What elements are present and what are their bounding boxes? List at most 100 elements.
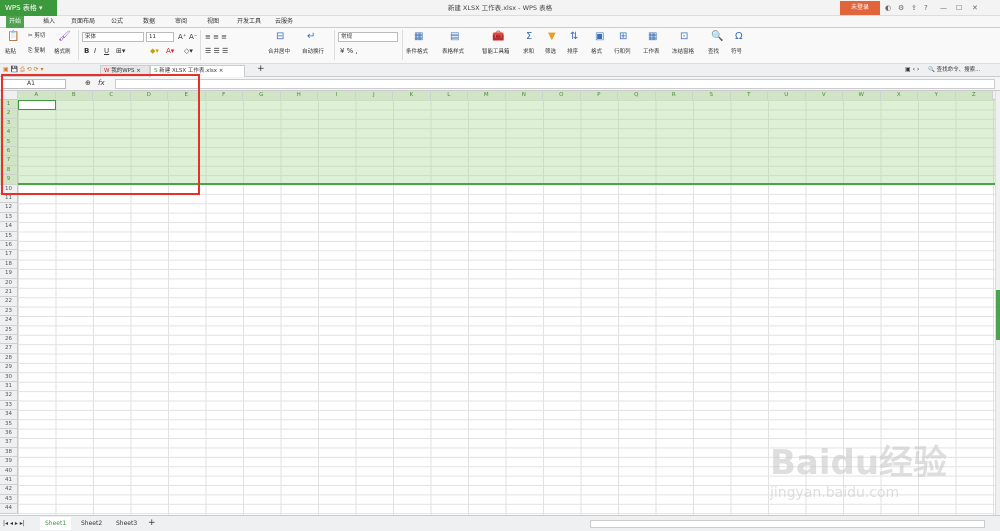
sheet-tab-3[interactable]: Sheet3: [111, 517, 142, 530]
clear-format-icon[interactable]: ◇▾: [184, 47, 193, 55]
conditional-format-button[interactable]: 条件格式: [406, 48, 428, 56]
column-header[interactable]: I: [318, 91, 356, 100]
tab-data[interactable]: 数据: [140, 16, 158, 28]
row-header[interactable]: 33: [0, 400, 18, 411]
tab-review[interactable]: 审阅: [172, 16, 190, 28]
formula-input[interactable]: [115, 79, 995, 89]
column-header[interactable]: J: [355, 91, 393, 100]
smart-toolbox-button[interactable]: 智能工具箱: [482, 48, 510, 56]
column-header[interactable]: Y: [918, 91, 956, 100]
align-left-icon[interactable]: ☰ ☰ ☰: [205, 47, 228, 55]
filter-button[interactable]: 筛选: [545, 48, 556, 56]
row-header[interactable]: 26: [0, 335, 18, 345]
brush-icon[interactable]: 🖌: [58, 31, 71, 43]
sum-icon[interactable]: Σ: [526, 31, 532, 43]
help-icon[interactable]: ?: [924, 3, 928, 13]
column-header[interactable]: U: [768, 91, 806, 100]
column-header[interactable]: Z: [955, 91, 993, 100]
sheet-nav-icons[interactable]: |◂ ◂ ▸ ▸|: [3, 520, 25, 528]
row-header[interactable]: 42: [0, 485, 18, 495]
conditional-format-icon[interactable]: ▦: [414, 31, 423, 43]
sort-button[interactable]: 排序: [567, 48, 578, 56]
table-style-button[interactable]: 表格样式: [442, 48, 464, 56]
row-header[interactable]: 36: [0, 429, 18, 439]
row-header[interactable]: 21: [0, 288, 18, 298]
row-header[interactable]: 20: [0, 278, 18, 288]
row-header[interactable]: 16: [0, 241, 18, 251]
row-header[interactable]: 22: [0, 297, 18, 307]
row-header[interactable]: 44: [0, 504, 18, 514]
italic-button[interactable]: I: [94, 47, 96, 55]
paste-icon[interactable]: 📋: [7, 31, 19, 43]
freeze-icon[interactable]: ⊡: [680, 31, 688, 43]
row-header[interactable]: 29: [0, 363, 18, 373]
merge-icon[interactable]: ⊟: [276, 31, 284, 43]
minimize-icon[interactable]: —: [940, 3, 947, 13]
row-header[interactable]: 19: [0, 269, 18, 279]
format-painter-button[interactable]: 格式刷: [54, 48, 71, 56]
column-header[interactable]: P: [580, 91, 618, 100]
fill-color-icon[interactable]: ◆▾: [150, 47, 159, 55]
new-tab-icon[interactable]: +: [257, 65, 265, 74]
command-search[interactable]: 🔍 查找命令、搜索...: [928, 66, 980, 74]
font-color-icon[interactable]: A▾: [166, 47, 174, 55]
bold-button[interactable]: B: [84, 47, 89, 55]
maximize-icon[interactable]: ☐: [956, 3, 962, 13]
worksheet-button[interactable]: 工作表: [643, 48, 660, 56]
tab-home[interactable]: 开始: [6, 16, 25, 28]
column-header[interactable]: R: [655, 91, 693, 100]
symbol-icon[interactable]: Ω: [735, 31, 743, 43]
row-header[interactable]: 17: [0, 250, 18, 260]
grow-font-icon[interactable]: A⁺: [178, 33, 186, 41]
settings-icon[interactable]: ⚙: [898, 3, 904, 13]
row-header[interactable]: 25: [0, 325, 18, 335]
horizontal-scrollbar[interactable]: [590, 520, 985, 528]
share-icon[interactable]: ⇪: [911, 3, 917, 13]
column-header[interactable]: H: [280, 91, 318, 100]
column-header[interactable]: Q: [618, 91, 656, 100]
tab-insert[interactable]: 插入: [40, 16, 58, 28]
tab-developer[interactable]: 开发工具: [234, 16, 264, 28]
column-header[interactable]: T: [730, 91, 768, 100]
shrink-font-icon[interactable]: A⁻: [189, 33, 197, 41]
column-header[interactable]: X: [880, 91, 918, 100]
find-button[interactable]: 查找: [708, 48, 719, 56]
column-header[interactable]: O: [543, 91, 581, 100]
tab-formula[interactable]: 公式: [108, 16, 126, 28]
column-header[interactable]: L: [430, 91, 468, 100]
row-header[interactable]: 18: [0, 259, 18, 270]
paste-button[interactable]: 粘贴: [5, 48, 16, 56]
column-header[interactable]: F: [205, 91, 243, 100]
merge-center-button[interactable]: 合并居中: [268, 48, 290, 56]
tab-page-layout[interactable]: 页面布局: [68, 16, 98, 28]
tab-view[interactable]: 视图: [204, 16, 222, 28]
column-header[interactable]: V: [805, 91, 843, 100]
border-icon[interactable]: ⊞▾: [116, 47, 125, 55]
row-header[interactable]: 27: [0, 344, 18, 354]
filter-icon[interactable]: ▼: [548, 31, 556, 43]
font-family-select[interactable]: 宋体: [82, 32, 144, 42]
column-header[interactable]: G: [243, 91, 281, 100]
sheet-tab-1[interactable]: Sheet1: [40, 517, 72, 530]
worksheet-icon[interactable]: ▦: [648, 31, 657, 43]
currency-icon[interactable]: ¥ % ,: [340, 47, 358, 55]
row-header[interactable]: 13: [0, 212, 18, 223]
quick-access-icons[interactable]: ▣ 💾 ⎙ ⟲ ⟳ ▾: [3, 66, 44, 74]
row-header[interactable]: 11: [0, 194, 18, 204]
row-header[interactable]: 24: [0, 316, 18, 326]
find-icon[interactable]: 🔍: [711, 31, 723, 43]
underline-button[interactable]: U: [104, 47, 109, 55]
sum-button[interactable]: 求和: [523, 48, 534, 56]
wrap-text-button[interactable]: 自动换行: [302, 48, 324, 56]
sheet-tab-2[interactable]: Sheet2: [76, 517, 107, 530]
column-header[interactable]: N: [505, 91, 543, 100]
row-header[interactable]: 41: [0, 476, 18, 486]
tab-bar-icons[interactable]: ▣ ‹ ›: [905, 66, 919, 74]
row-header[interactable]: 40: [0, 466, 18, 476]
toolbox-icon[interactable]: 🧰: [492, 31, 504, 43]
row-col-button[interactable]: 行和列: [614, 48, 631, 56]
row-header[interactable]: 35: [0, 419, 18, 429]
sort-icon[interactable]: ⇅: [570, 31, 578, 43]
skin-icon[interactable]: ◐: [885, 3, 891, 13]
cut-button[interactable]: ✂ 剪切: [28, 32, 45, 40]
